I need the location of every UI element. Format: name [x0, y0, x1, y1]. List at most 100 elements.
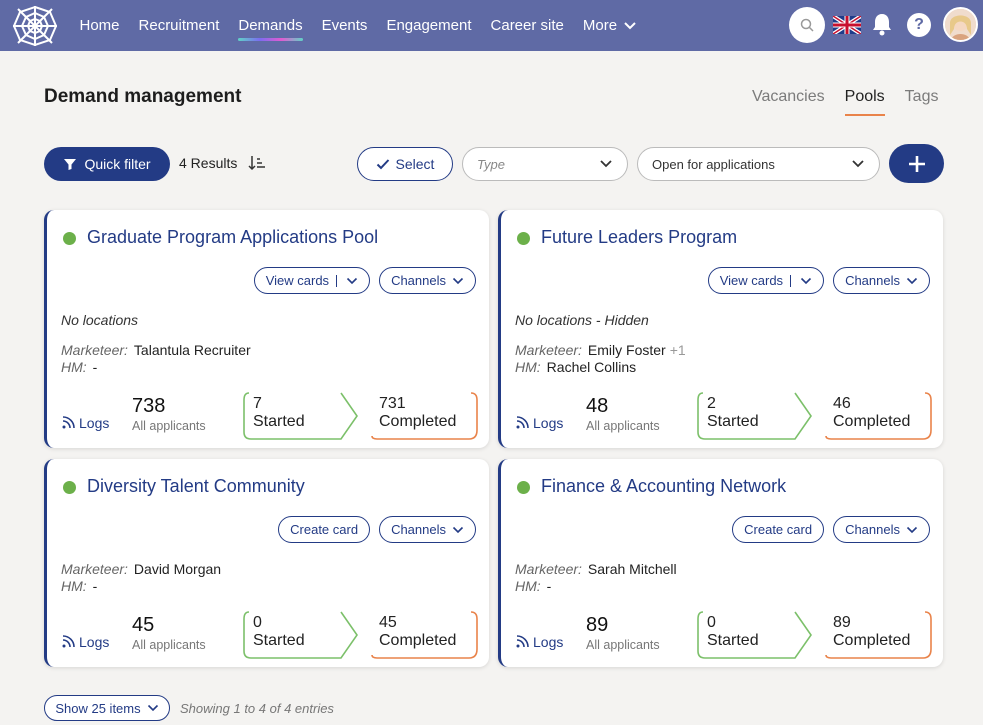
- started-stat[interactable]: 7 Started: [243, 392, 359, 440]
- view-cards-button[interactable]: View cards: [253, 267, 371, 294]
- marketeer-name: Emily Foster: [587, 342, 666, 358]
- started-count: 0: [707, 614, 716, 631]
- view-cards-label: View cards: [265, 273, 330, 288]
- logs-link[interactable]: Logs: [515, 634, 563, 650]
- all-applicants-label: All applicants: [132, 419, 206, 433]
- hm-name: Rachel Collins: [546, 359, 637, 375]
- hm-row: HM: -: [61, 359, 97, 375]
- hm-name: -: [546, 578, 552, 594]
- pool-card[interactable]: Finance & Accounting Network Create card…: [498, 459, 943, 667]
- completed-count: 731: [379, 395, 406, 412]
- started-label: Started: [707, 413, 759, 430]
- all-applicants-label: All applicants: [132, 638, 206, 652]
- type-dropdown[interactable]: Type: [462, 147, 628, 181]
- channels-label: Channels: [391, 522, 446, 537]
- all-applicants-stat[interactable]: 738 All applicants: [132, 395, 206, 433]
- nav-demands[interactable]: Demands: [229, 17, 312, 41]
- all-applicants-count: 89: [586, 614, 609, 636]
- all-applicants-stat[interactable]: 89 All applicants: [586, 614, 660, 652]
- quick-filter-button[interactable]: Quick filter: [44, 147, 170, 181]
- logs-label: Logs: [533, 415, 564, 431]
- hm-row: HM: Rachel Collins: [515, 359, 636, 375]
- nav-engagement[interactable]: Engagement: [377, 17, 481, 34]
- tab-pools[interactable]: Pools: [844, 88, 885, 116]
- pool-locations: No locations - Hidden: [515, 312, 649, 328]
- chevron-down-icon: [800, 277, 812, 284]
- hm-row: HM: -: [515, 578, 551, 594]
- chevron-down-icon: [452, 526, 464, 533]
- completed-stat[interactable]: 731 Completed: [369, 392, 479, 440]
- channels-button[interactable]: Channels: [833, 267, 930, 294]
- marketeer-extra-count[interactable]: +1: [670, 342, 686, 358]
- channels-button[interactable]: Channels: [833, 516, 930, 543]
- tab-tags[interactable]: Tags: [905, 88, 939, 106]
- started-stat[interactable]: 0 Started: [243, 611, 359, 659]
- pool-card[interactable]: Graduate Program Applications Pool View …: [44, 210, 489, 448]
- add-pool-button[interactable]: [889, 144, 944, 183]
- pool-card[interactable]: Diversity Talent Community Create card C…: [44, 459, 489, 667]
- logs-label: Logs: [533, 634, 564, 650]
- chevron-down-icon: [452, 277, 464, 284]
- nav-career-site[interactable]: Career site: [481, 17, 573, 34]
- pool-card[interactable]: Future Leaders Program View cards Channe…: [498, 210, 943, 448]
- chevron-down-icon: [346, 277, 358, 284]
- pool-title[interactable]: Future Leaders Program: [541, 227, 737, 248]
- marketeer-row: Marketeer: Emily Foster +1: [515, 342, 686, 358]
- started-stat[interactable]: 0 Started: [697, 611, 813, 659]
- chevron-down-icon: [852, 160, 864, 168]
- completed-stat[interactable]: 46 Completed: [823, 392, 933, 440]
- marketeer-name: Talantula Recruiter: [133, 342, 251, 358]
- pool-title[interactable]: Diversity Talent Community: [87, 476, 305, 497]
- user-avatar[interactable]: [943, 7, 978, 42]
- completed-count: 46: [833, 395, 851, 412]
- search-button[interactable]: [789, 7, 825, 43]
- page-size-dropdown[interactable]: Show 25 items: [44, 695, 170, 721]
- help-icon[interactable]: ?: [907, 13, 931, 37]
- avatar-image: [945, 9, 976, 40]
- started-label: Started: [707, 632, 759, 649]
- spider-web-logo[interactable]: [10, 3, 60, 49]
- sort-icon[interactable]: [248, 154, 266, 172]
- nav-more-label: More: [582, 17, 618, 34]
- logs-link[interactable]: Logs: [515, 415, 563, 431]
- channels-label: Channels: [845, 522, 900, 537]
- select-button[interactable]: Select: [357, 147, 453, 181]
- tab-vacancies[interactable]: Vacancies: [752, 88, 825, 106]
- status-dropdown[interactable]: Open for applications: [637, 147, 880, 181]
- started-stat[interactable]: 2 Started: [697, 392, 813, 440]
- pool-title[interactable]: Finance & Accounting Network: [541, 476, 786, 497]
- hm-label: HM:: [61, 359, 87, 375]
- completed-stat[interactable]: 89 Completed: [823, 611, 933, 659]
- create-card-label: Create card: [744, 522, 813, 537]
- results-count: 4 Results: [179, 155, 238, 171]
- rss-icon: [516, 635, 529, 648]
- pool-title[interactable]: Graduate Program Applications Pool: [87, 227, 378, 248]
- completed-stat[interactable]: 45 Completed: [369, 611, 479, 659]
- type-placeholder: Type: [477, 156, 505, 172]
- channels-button[interactable]: Channels: [379, 267, 476, 294]
- create-card-button[interactable]: Create card: [732, 516, 825, 543]
- nav-events[interactable]: Events: [312, 17, 377, 34]
- uk-flag-icon[interactable]: [833, 16, 861, 34]
- select-label: Select: [395, 156, 435, 172]
- status-dot: [517, 232, 530, 245]
- bell-icon[interactable]: [871, 12, 893, 36]
- channels-label: Channels: [845, 273, 900, 288]
- logs-label: Logs: [79, 415, 110, 431]
- nav-home[interactable]: Home: [70, 17, 129, 34]
- started-label: Started: [253, 413, 305, 430]
- marketeer-row: Marketeer: Sarah Mitchell: [515, 561, 677, 577]
- logs-link[interactable]: Logs: [61, 634, 109, 650]
- logs-link[interactable]: Logs: [61, 415, 109, 431]
- create-card-button[interactable]: Create card: [278, 516, 371, 543]
- quick-filter-label: Quick filter: [84, 156, 151, 172]
- all-applicants-stat[interactable]: 45 All applicants: [132, 614, 206, 652]
- completed-label: Completed: [379, 632, 457, 649]
- nav-more[interactable]: More: [573, 17, 646, 34]
- search-icon: [800, 18, 814, 32]
- channels-button[interactable]: Channels: [379, 516, 476, 543]
- nav-recruitment[interactable]: Recruitment: [129, 17, 229, 34]
- all-applicants-stat[interactable]: 48 All applicants: [586, 395, 660, 433]
- view-cards-button[interactable]: View cards: [707, 267, 825, 294]
- page-title: Demand management: [44, 86, 242, 107]
